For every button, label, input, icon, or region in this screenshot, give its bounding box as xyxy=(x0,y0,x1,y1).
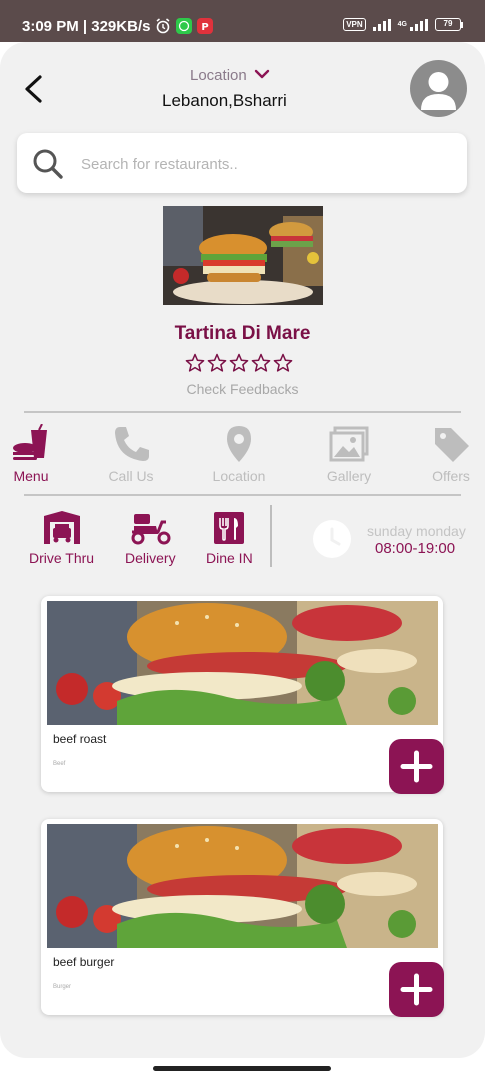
tab-label: Location xyxy=(212,468,266,484)
add-to-cart-button[interactable] xyxy=(389,739,444,794)
location-label[interactable]: Location xyxy=(190,67,247,84)
menu-item-card[interactable]: beef burger Burger xyxy=(41,819,444,1017)
star-icon[interactable] xyxy=(207,352,227,374)
map-pin-icon xyxy=(227,426,251,462)
tab-label: Call Us xyxy=(108,468,154,484)
restaurant-name: Tartina Di Mare xyxy=(174,323,311,344)
divider xyxy=(24,494,461,496)
tab-offers[interactable]: Offers xyxy=(410,424,485,484)
network-type: 4G xyxy=(397,21,407,28)
menu-item-name: beef burger xyxy=(53,955,115,969)
clock-icon xyxy=(313,520,351,558)
signal-icon-2 xyxy=(410,18,428,31)
user-icon xyxy=(421,72,456,110)
notification-icons: P xyxy=(155,18,213,34)
service-drive-thru: Drive Thru xyxy=(29,510,94,566)
alarm-icon xyxy=(156,18,170,34)
cutlery-icon xyxy=(214,512,245,544)
phone-icon xyxy=(115,427,149,461)
location-value[interactable]: Lebanon,Bsharri xyxy=(162,91,287,111)
whatsapp-icon xyxy=(176,18,192,34)
divider xyxy=(24,411,461,413)
status-bar: 3:09 PM | 329KB/s P VPN 4G 79 xyxy=(0,0,485,42)
tab-gallery[interactable]: Gallery xyxy=(308,424,390,484)
star-icon[interactable] xyxy=(185,352,205,374)
opening-hours: 08:00-19:00 xyxy=(375,540,456,557)
tab-call-us[interactable]: Call Us xyxy=(90,424,172,484)
pinterest-icon: P xyxy=(197,18,213,34)
tab-location[interactable]: Location xyxy=(198,424,280,484)
tab-label: Offers xyxy=(432,468,470,484)
gallery-icon xyxy=(329,426,369,462)
menu-item-name: beef roast xyxy=(53,732,107,746)
menu-item-image xyxy=(47,601,438,725)
battery-icon: 79 xyxy=(435,18,463,31)
home-indicator[interactable] xyxy=(153,1066,331,1071)
scooter-icon xyxy=(131,514,171,545)
star-icon[interactable] xyxy=(229,352,249,374)
signal-icon xyxy=(372,18,391,31)
chevron-down-icon[interactable] xyxy=(254,66,270,82)
service-label: Delivery xyxy=(125,550,176,566)
tag-icon xyxy=(435,428,469,462)
search-input[interactable] xyxy=(81,151,451,177)
add-to-cart-button[interactable] xyxy=(389,962,444,1017)
back-arrow-icon[interactable] xyxy=(22,74,46,104)
tab-label: Menu xyxy=(13,468,49,484)
system-icons: VPN 4G 79 xyxy=(343,18,463,31)
menu-item-image xyxy=(47,824,438,948)
check-feedbacks-link[interactable]: Check Feedbacks xyxy=(0,381,485,397)
vpn-badge: VPN xyxy=(343,18,366,31)
menu-item-card[interactable]: beef roast Beef xyxy=(41,596,444,794)
vertical-divider xyxy=(270,505,272,567)
avatar[interactable] xyxy=(410,60,467,117)
opening-days: sunday monday xyxy=(367,523,466,539)
tab-menu[interactable]: Menu xyxy=(0,424,72,484)
plus-icon xyxy=(400,750,433,783)
restaurant-image xyxy=(163,206,323,305)
star-icon[interactable] xyxy=(273,352,293,374)
service-label: Dine IN xyxy=(206,550,253,566)
svg-text:P: P xyxy=(201,22,208,33)
service-dine-in: Dine IN xyxy=(206,510,253,566)
service-delivery: Delivery xyxy=(125,510,176,566)
tab-label: Gallery xyxy=(326,468,372,484)
menu-item-category: Beef xyxy=(53,761,66,767)
search-bar[interactable] xyxy=(17,133,467,193)
rating-stars[interactable] xyxy=(185,352,293,374)
menu-icon xyxy=(13,424,47,460)
status-time: 3:09 PM | 329KB/s xyxy=(22,18,151,35)
search-icon xyxy=(33,149,63,179)
menu-item-category: Burger xyxy=(53,984,72,990)
plus-icon xyxy=(400,973,433,1006)
service-label: Drive Thru xyxy=(29,550,95,566)
star-icon[interactable] xyxy=(251,352,271,374)
drive-thru-icon xyxy=(43,511,80,544)
